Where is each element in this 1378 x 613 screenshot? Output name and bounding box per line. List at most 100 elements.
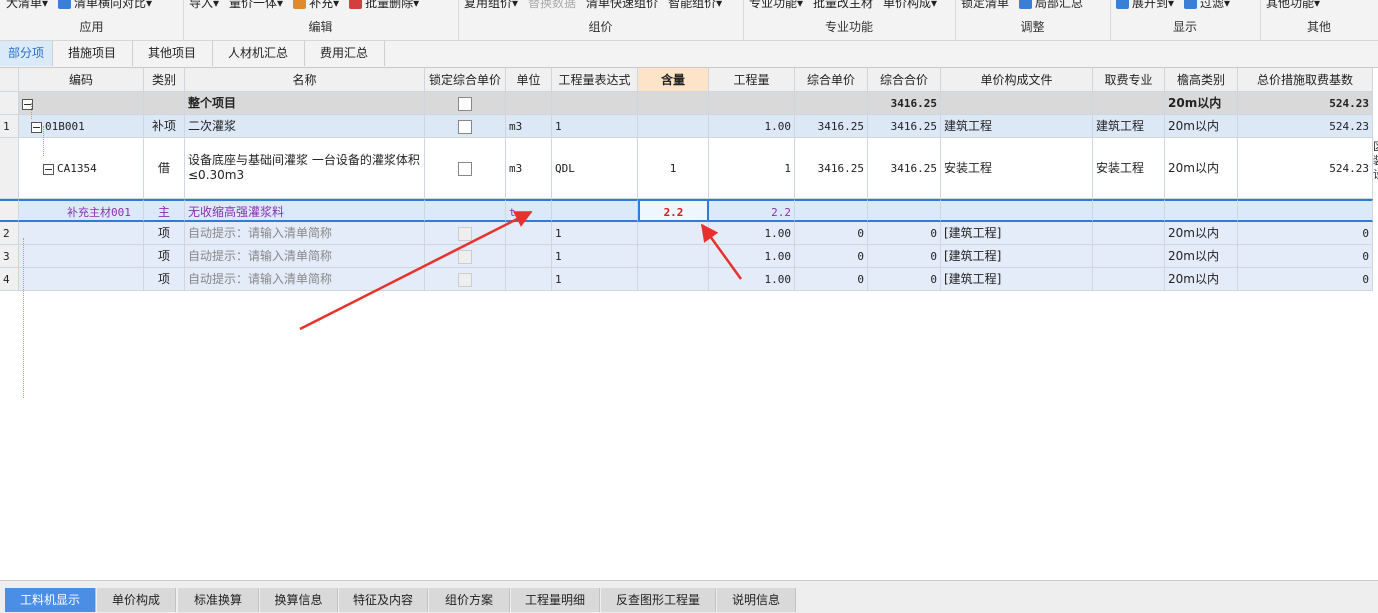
cell-category[interactable]: 补项 xyxy=(144,115,185,138)
column-header[interactable]: 取费专业 xyxy=(1093,68,1165,92)
column-header[interactable]: 类别 xyxy=(144,68,185,92)
cell-total[interactable] xyxy=(868,199,941,222)
cell-name[interactable]: 自动提示：请输入清单简称 xyxy=(185,245,425,268)
bottom-tab-6[interactable]: 工程量明细 xyxy=(511,588,600,612)
table-row[interactable]: 1 01B001 补项 二次灌浆 m3 1 1.00 3416.25 3416.25 建筑工程 建筑… xyxy=(0,115,1378,138)
cell-name[interactable]: 无收缩高强灌浆料 xyxy=(185,199,425,222)
tab-0[interactable]: 部分项 xyxy=(0,41,53,66)
table-row[interactable]: 4 项自动提示：请输入清单简称 1 1.00 0 0 [建筑工程] 20m以内 0 xyxy=(0,268,1378,291)
cell-major[interactable] xyxy=(1093,199,1165,222)
cell-base[interactable]: 524.23 xyxy=(1238,138,1373,199)
cell-base[interactable]: 524.23 xyxy=(1238,92,1373,115)
ribbon-button[interactable]: 智能组价▾ xyxy=(668,0,722,11)
column-header[interactable]: 总价措施取费基数 xyxy=(1238,68,1373,92)
ribbon-button[interactable]: 复用组价▾ xyxy=(464,0,518,11)
cell-major[interactable]: 安装工程 xyxy=(1093,138,1165,199)
ribbon-button[interactable]: 单价构成▾ xyxy=(883,0,937,11)
cell-name[interactable]: 设备底座与基础间灌浆 一台设备的灌浆体积≤0.30m3 xyxy=(185,138,425,199)
cell-expr[interactable]: 1 xyxy=(552,245,638,268)
ribbon-button[interactable]: 专业功能▾ xyxy=(749,0,803,11)
cell-unit_price[interactable]: 0 xyxy=(795,245,868,268)
bottom-tab-3[interactable]: 换算信息 xyxy=(260,588,338,612)
column-header[interactable]: 单价构成文件 xyxy=(941,68,1093,92)
cell-expr[interactable]: QDL xyxy=(552,138,638,199)
bottom-tab-8[interactable]: 说明信息 xyxy=(717,588,796,612)
cell-base[interactable] xyxy=(1238,199,1373,222)
tab-4[interactable]: 费用汇总 xyxy=(304,41,385,66)
cell-major[interactable] xyxy=(1093,222,1165,245)
table-row[interactable]: 2 项自动提示：请输入清单简称 1 1.00 0 0 [建筑工程] 20m以内 0 xyxy=(0,222,1378,245)
ribbon-button[interactable]: 清单快速组价 xyxy=(586,0,658,11)
column-header[interactable] xyxy=(0,68,19,92)
cell-base[interactable]: 0 xyxy=(1238,268,1373,291)
cell-name[interactable]: 自动提示：请输入清单简称 xyxy=(185,268,425,291)
cell-qty[interactable]: 1 xyxy=(709,138,795,199)
cell-file[interactable] xyxy=(941,199,1093,222)
cell-total[interactable]: 0 xyxy=(868,222,941,245)
cell-base[interactable]: 0 xyxy=(1238,245,1373,268)
cell-expr[interactable]: 1 xyxy=(552,222,638,245)
collapse-toggle-icon[interactable] xyxy=(31,121,42,133)
table-row[interactable]: CA1354 借设备底座与基础间灌浆 一台设备的灌浆体积≤0.30m3 m3 QDL 1… xyxy=(0,138,1378,199)
cell-height[interactable]: 20m以内 xyxy=(1165,92,1238,115)
lock-checkbox[interactable] xyxy=(458,249,472,264)
cell-total[interactable]: 0 xyxy=(868,268,941,291)
cell-unit[interactable] xyxy=(506,245,552,268)
ribbon-button[interactable]: 锁定清单 xyxy=(961,0,1009,11)
bottom-tab-2[interactable]: 标准换算 xyxy=(178,588,259,612)
cell-total[interactable]: 3416.25 xyxy=(868,115,941,138)
cell-total[interactable]: 0 xyxy=(868,245,941,268)
cell-qty[interactable] xyxy=(709,92,795,115)
ribbon-button[interactable]: 展开到▾ xyxy=(1116,0,1174,11)
cell-major[interactable] xyxy=(1093,268,1165,291)
lock-checkbox[interactable] xyxy=(458,272,472,287)
cell-height[interactable]: 20m以内 xyxy=(1165,245,1238,268)
ribbon-button[interactable]: 大清单▾ xyxy=(6,0,48,11)
cell-category[interactable] xyxy=(144,92,185,115)
column-header[interactable]: 综合合价 xyxy=(868,68,941,92)
lock-checkbox[interactable] xyxy=(458,161,472,176)
column-header[interactable]: 名称 xyxy=(185,68,425,92)
cell-category[interactable]: 项 xyxy=(144,245,185,268)
cell-height[interactable]: 20m以内 xyxy=(1165,222,1238,245)
column-header[interactable]: 工程量表达式 xyxy=(552,68,638,92)
cell-lock[interactable] xyxy=(425,138,506,199)
cell-major[interactable] xyxy=(1093,92,1165,115)
cell-height[interactable] xyxy=(1165,199,1238,222)
bottom-tab-0[interactable]: 工料机显示 xyxy=(5,588,96,612)
cell-file[interactable]: 安装工程 xyxy=(941,138,1093,199)
cell-name[interactable]: 自动提示：请输入清单简称 xyxy=(185,222,425,245)
cell-unit[interactable]: t xyxy=(506,199,552,222)
cell-code[interactable]: 01B001 xyxy=(19,115,144,138)
ribbon-button[interactable]: 过滤▾ xyxy=(1184,0,1230,11)
cell-file[interactable]: [建筑工程] xyxy=(941,268,1093,291)
column-header[interactable]: 含量 xyxy=(638,68,709,92)
ribbon-button[interactable]: 量价一体▾ xyxy=(229,0,283,11)
cell-content[interactable] xyxy=(638,268,709,291)
cell-base[interactable]: 0 xyxy=(1238,222,1373,245)
cell-unit_price[interactable] xyxy=(795,199,868,222)
cell-unit[interactable] xyxy=(506,268,552,291)
cell-major[interactable]: 建筑工程 xyxy=(1093,115,1165,138)
cell-unit[interactable] xyxy=(506,92,552,115)
cell-height[interactable]: 20m以内 xyxy=(1165,115,1238,138)
column-header[interactable]: 编码 xyxy=(19,68,144,92)
cell-expr[interactable] xyxy=(552,199,638,222)
tab-3[interactable]: 人材机汇总 xyxy=(212,41,305,66)
column-header[interactable]: 锁定综合单价 xyxy=(425,68,506,92)
cell-height[interactable]: 20m以内 xyxy=(1165,138,1238,199)
column-header[interactable]: 综合单价 xyxy=(795,68,868,92)
cell-lock[interactable] xyxy=(425,199,506,222)
cell-lock[interactable] xyxy=(425,268,506,291)
cell-lock[interactable] xyxy=(425,222,506,245)
table-row[interactable]: 补充主材001 主无收缩高强灌浆料 t 2.2 2.2 xyxy=(0,199,1378,222)
cell-content[interactable] xyxy=(638,222,709,245)
cell-file[interactable]: [建筑工程] xyxy=(941,222,1093,245)
tab-2[interactable]: 其他项目 xyxy=(132,41,213,66)
ribbon-button[interactable]: 其他功能▾ xyxy=(1266,0,1320,11)
cell-content[interactable] xyxy=(638,115,709,138)
ribbon-button[interactable]: 批量改主材 xyxy=(813,0,873,11)
cell-content[interactable] xyxy=(638,245,709,268)
cell-qty[interactable]: 1.00 xyxy=(709,268,795,291)
cell-code[interactable] xyxy=(19,222,144,245)
